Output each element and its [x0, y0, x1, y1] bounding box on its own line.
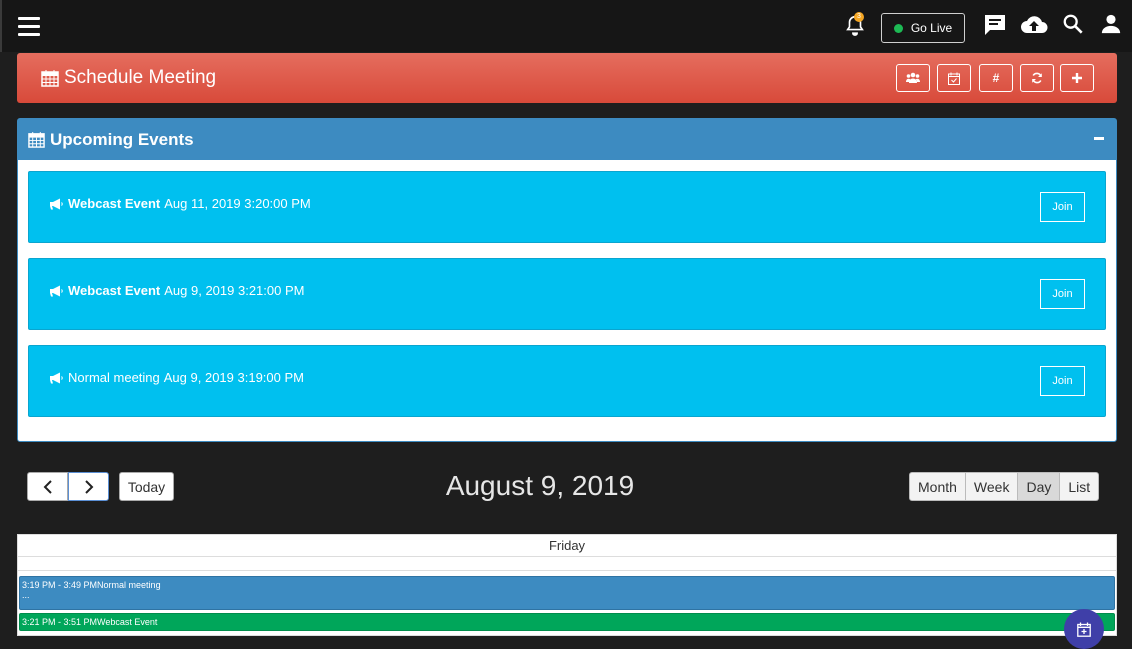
event-title: Normal meeting	[97, 580, 161, 590]
join-button[interactable]: Join	[1040, 366, 1085, 396]
schedule-title-text: Schedule Meeting	[64, 67, 217, 88]
add-event-fab[interactable]	[1064, 609, 1104, 649]
join-button[interactable]: Join	[1040, 192, 1085, 222]
event-card: Webcast Event Aug 11, 2019 3:20:00 PM Jo…	[28, 171, 1106, 243]
add-button[interactable]	[1060, 64, 1094, 92]
participants-button[interactable]	[896, 64, 930, 92]
event-datetime: Aug 9, 2019 3:19:00 PM	[163, 370, 304, 385]
refresh-button[interactable]	[1020, 64, 1054, 92]
today-button[interactable]: Today	[119, 472, 174, 501]
collapse-button[interactable]	[1094, 137, 1104, 140]
calendar-check-icon	[948, 72, 960, 85]
event-datetime: Aug 9, 2019 3:21:00 PM	[164, 283, 305, 298]
go-live-label: Go Live	[910, 21, 953, 35]
plus-icon	[1072, 73, 1082, 83]
bullhorn-icon	[50, 372, 63, 383]
chevron-left-icon	[43, 479, 52, 494]
event-info: Webcast Event Aug 11, 2019 3:20:00 PM	[49, 196, 311, 211]
upcoming-events-panel: Upcoming Events Webcast Event Aug 11, 20…	[17, 118, 1117, 442]
notification-badge: 3	[854, 12, 864, 22]
top-navbar: 3 Go Live	[0, 0, 1132, 52]
view-week-button[interactable]: Week	[965, 472, 1019, 501]
upcoming-events-header: Upcoming Events	[18, 119, 1116, 160]
event-name: Normal meeting	[68, 370, 160, 385]
calendar-plus-icon	[1077, 622, 1091, 637]
refresh-icon	[1032, 72, 1042, 84]
user-icon[interactable]	[1100, 13, 1126, 39]
bullhorn-icon	[50, 198, 63, 209]
event-more: ...	[22, 590, 30, 600]
live-status-dot	[893, 23, 903, 33]
join-button[interactable]: Join	[1040, 279, 1085, 309]
calendar-event[interactable]: 3:21 PM - 3:51 PMWebcast Event	[19, 613, 1115, 631]
menu-icon[interactable]	[18, 17, 40, 37]
view-list-button[interactable]: List	[1060, 472, 1100, 501]
event-card: Normal meeting Aug 9, 2019 3:19:00 PM Jo…	[28, 345, 1106, 417]
calendar-title: August 9, 2019	[445, 470, 635, 501]
hashtag-icon: #	[992, 71, 1000, 85]
day-column-header: Friday	[18, 535, 1116, 557]
view-month-button[interactable]: Month	[909, 472, 966, 501]
hashtag-button[interactable]: #	[979, 64, 1013, 92]
users-icon	[906, 72, 920, 83]
event-info: Webcast Event Aug 9, 2019 3:21:00 PM	[49, 283, 304, 298]
go-live-button[interactable]: Go Live	[881, 13, 965, 43]
cloud-upload-icon[interactable]	[1020, 13, 1048, 39]
event-datetime: Aug 11, 2019 3:20:00 PM	[164, 196, 311, 211]
day-calendar: Friday 3:19 PM - 3:49 PMNormal meeting .…	[17, 534, 1117, 636]
calendar-icon	[41, 70, 59, 87]
search-icon[interactable]	[1062, 13, 1088, 39]
calendar-nav	[27, 472, 109, 501]
calendar-event[interactable]: 3:19 PM - 3:49 PMNormal meeting ...	[19, 576, 1115, 610]
all-day-row	[18, 557, 1116, 571]
calendar-check-button[interactable]	[937, 64, 971, 92]
event-card: Webcast Event Aug 9, 2019 3:21:00 PM Joi…	[28, 258, 1106, 330]
event-time: 3:21 PM - 3:51 PM	[22, 617, 98, 627]
schedule-title: Schedule Meeting	[41, 67, 216, 89]
schedule-meeting-header: Schedule Meeting #	[17, 53, 1117, 103]
event-title: Webcast Event	[97, 617, 158, 627]
event-name: Webcast Event	[68, 283, 161, 298]
calendar-icon	[28, 131, 45, 148]
event-info: Normal meeting Aug 9, 2019 3:19:00 PM	[49, 370, 304, 385]
upcoming-events-title: Upcoming Events	[50, 129, 194, 149]
view-day-button[interactable]: Day	[1018, 472, 1061, 501]
chevron-right-icon	[84, 479, 93, 494]
view-switcher: Month Week Day List	[909, 472, 1100, 501]
chat-icon[interactable]	[983, 13, 1009, 39]
bullhorn-icon	[50, 285, 63, 296]
event-time: 3:19 PM - 3:49 PM	[22, 580, 98, 590]
event-name: Webcast Event	[68, 196, 161, 211]
next-button[interactable]	[68, 472, 109, 501]
prev-button[interactable]	[27, 472, 68, 501]
